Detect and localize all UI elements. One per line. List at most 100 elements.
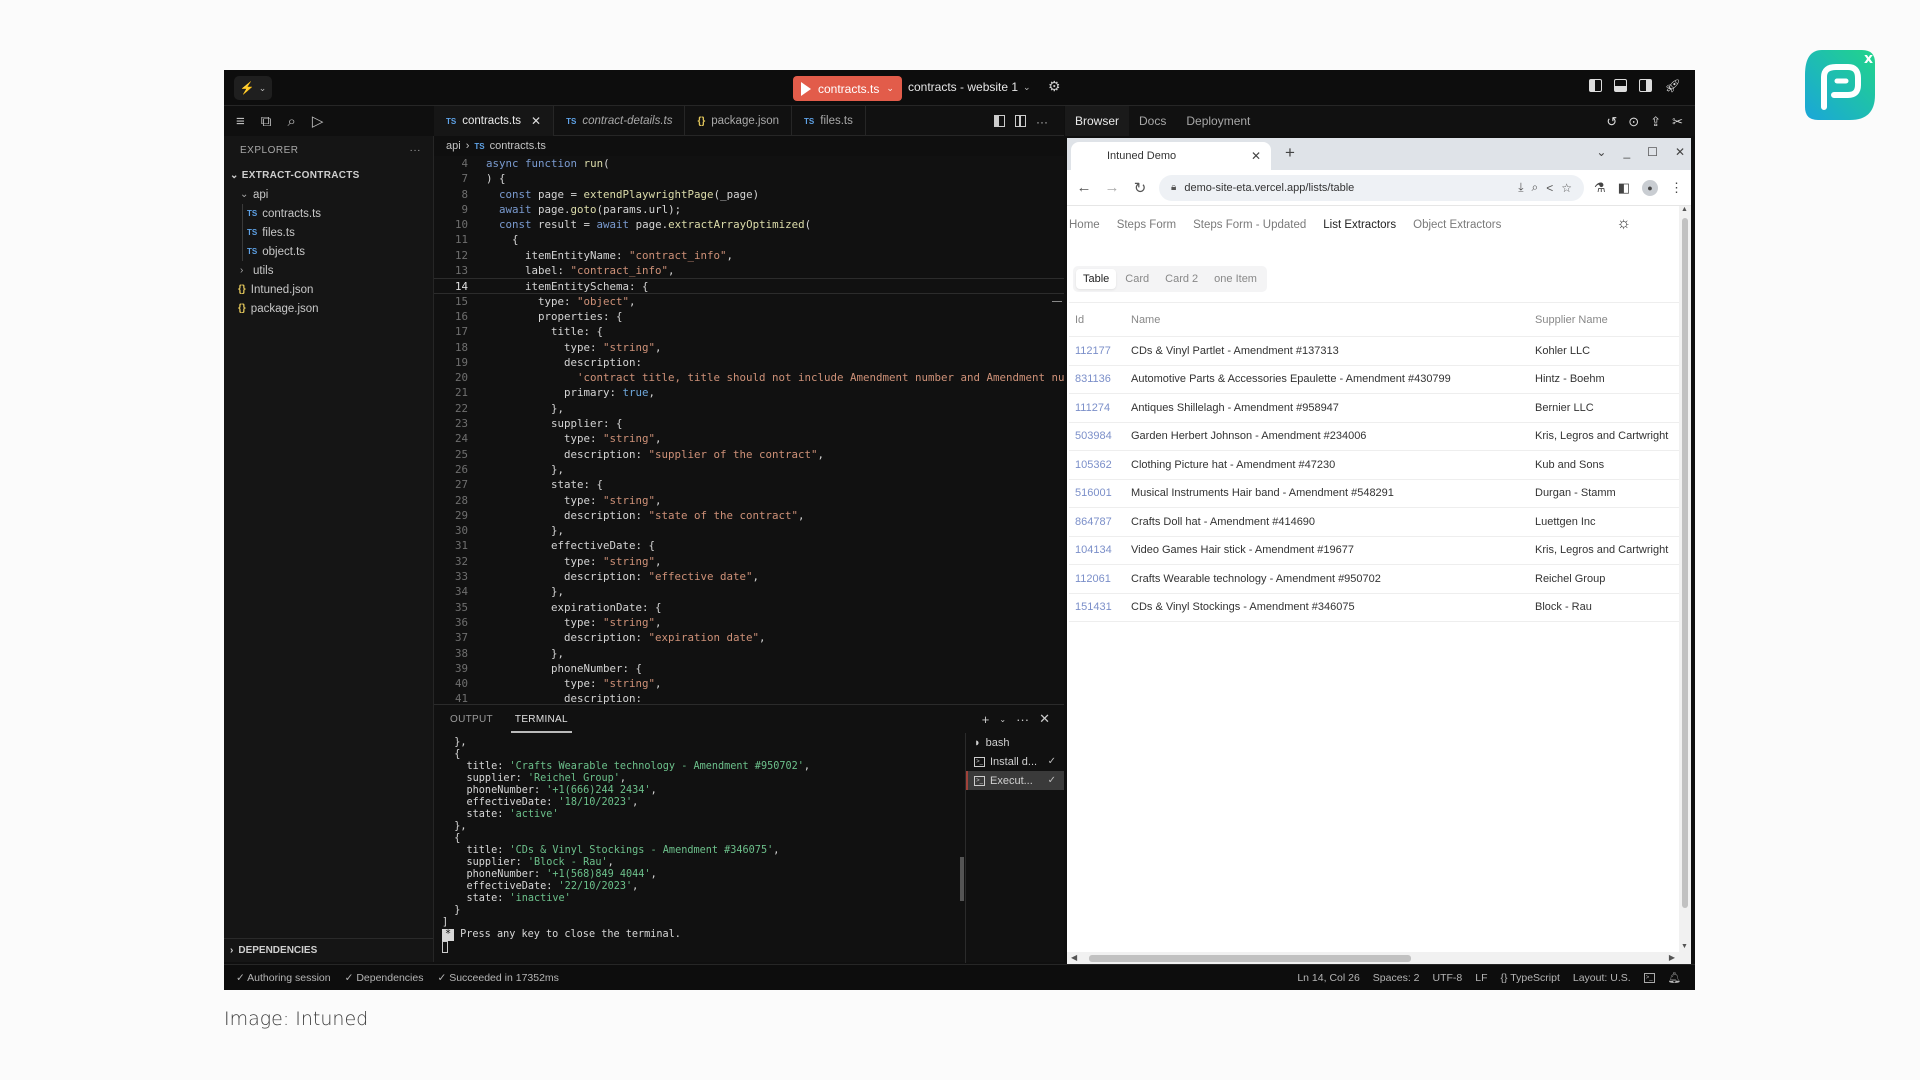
code-line[interactable]: 16 properties: { — [434, 309, 1064, 324]
status-keyboard-layout[interactable]: Layout: U.S. — [1573, 972, 1631, 984]
tab-contract-details-ts[interactable]: TS contract-details.ts — [554, 106, 686, 136]
table-row[interactable]: 151431 CDs & Vinyl Stockings - Amendment … — [1069, 594, 1679, 622]
code-line[interactable]: 8 const page = extendPlaywrightPage(_pag… — [434, 187, 1064, 202]
code-line[interactable]: 14 itemEntitySchema: { — [434, 278, 1064, 294]
code-editor[interactable]: 4 async function run(7) {8 const page = e… — [434, 156, 1064, 704]
code-line[interactable]: 11 { — [434, 232, 1064, 247]
code-line[interactable]: 33 description: "effective date", — [434, 569, 1064, 584]
project-selector[interactable]: contracts - website 1 ⌄ — [908, 80, 1031, 94]
tab-output[interactable]: OUTPUT — [450, 714, 493, 725]
status-indentation[interactable]: Spaces: 2 — [1373, 972, 1420, 984]
toggle-bottom-panel-icon[interactable] — [1614, 79, 1628, 92]
code-line[interactable]: 41 description: — [434, 691, 1064, 704]
tools-icon[interactable]: ✂ — [1672, 114, 1683, 130]
nav-object-extractors[interactable]: Object Extractors — [1413, 219, 1501, 231]
horizontal-scrollbar[interactable]: ◀ ▶ — [1067, 952, 1679, 964]
table-row[interactable]: 111274 Antiques Shillelagh - Amendment #9… — [1069, 394, 1679, 423]
terminal-scrollbar[interactable] — [960, 857, 964, 901]
file-package-json[interactable]: {} package.json — [224, 299, 433, 318]
file-object-ts[interactable]: TS object.ts — [243, 242, 433, 261]
tab-docs[interactable]: Docs — [1129, 106, 1176, 136]
status-dependencies[interactable]: ✓ Dependencies — [345, 972, 424, 984]
table-row[interactable]: 503984 Garden Herbert Johnson - Amendment… — [1069, 423, 1679, 451]
table-row[interactable]: 516001 Musical Instruments Hair band - Am… — [1069, 480, 1679, 508]
kebab-menu-icon[interactable]: ⋮ — [1670, 180, 1683, 196]
toggle-left-panel-icon[interactable] — [1589, 79, 1603, 92]
record-play-icon[interactable]: ⊙ — [1628, 114, 1639, 130]
close-tab-icon[interactable]: ✕ — [1251, 149, 1261, 163]
toggle-right-panel-icon[interactable] — [1639, 79, 1653, 92]
tab-contracts-ts[interactable]: TS contracts.ts ✕ — [434, 106, 555, 136]
row-id-link[interactable]: 831136 — [1075, 373, 1111, 385]
split-editor-icon[interactable] — [1015, 115, 1026, 127]
tab-package-json[interactable]: {} package.json — [685, 106, 793, 136]
code-line[interactable]: 13 label: "contract_info", — [434, 263, 1064, 278]
chevron-down-icon[interactable]: ⌄ — [999, 715, 1006, 724]
code-line[interactable]: 7) { — [434, 171, 1064, 186]
terminal-item-bash[interactable]: ◗ bash — [966, 733, 1064, 752]
file-contracts-ts[interactable]: TS contracts.ts — [243, 204, 433, 223]
gear-icon[interactable]: ⚙ — [1048, 78, 1061, 95]
search-icon[interactable]: ⌕ — [287, 113, 295, 130]
close-icon[interactable]: ✕ — [531, 114, 541, 128]
code-line[interactable]: 40 type: "string", — [434, 676, 1064, 691]
code-line[interactable]: 38 }, — [434, 646, 1064, 661]
row-id-link[interactable]: 111274 — [1075, 402, 1110, 414]
rocket-icon[interactable]: 🚀︎ — [1664, 79, 1681, 92]
code-line[interactable]: 10 const result = await page.extractArra… — [434, 217, 1064, 232]
code-line[interactable]: 31 effectiveDate: { — [434, 538, 1064, 553]
code-line[interactable]: 37 description: "expiration date", — [434, 630, 1064, 645]
install-app-icon[interactable]: ⤓ — [1518, 180, 1523, 195]
table-row[interactable]: 112177 CDs & Vinyl Partlet - Amendment #1… — [1069, 337, 1679, 366]
code-line[interactable]: 36 type: "string", — [434, 615, 1064, 630]
close-panel-icon[interactable]: ✕ — [1039, 711, 1050, 727]
code-line[interactable]: 22 }, — [434, 401, 1064, 416]
code-line[interactable]: 15 type: "object", — [434, 294, 1064, 309]
code-line[interactable]: 18 type: "string", — [434, 340, 1064, 355]
row-id-link[interactable]: 151431 — [1075, 601, 1112, 613]
status-run-result[interactable]: ✓ Succeeded in 17352ms — [437, 972, 558, 984]
code-line[interactable]: 34 }, — [434, 584, 1064, 599]
row-id-link[interactable]: 516001 — [1075, 487, 1112, 499]
code-line[interactable]: 9 await page.goto(params.url); — [434, 202, 1064, 217]
code-line[interactable]: 29 description: "state of the contract", — [434, 508, 1064, 523]
status-eol[interactable]: LF — [1475, 972, 1487, 984]
terminal-item-install[interactable]: >_ Install d... ✓ — [966, 752, 1064, 771]
code-line[interactable]: 23 supplier: { — [434, 416, 1064, 431]
new-terminal-icon[interactable]: + — [982, 712, 990, 727]
bookmark-star-icon[interactable]: ☆ — [1561, 181, 1572, 195]
segment-card[interactable]: Card — [1118, 269, 1156, 289]
nav-steps-form[interactable]: Steps Form — [1117, 219, 1176, 231]
upload-icon[interactable]: ⇪ — [1650, 114, 1661, 130]
profile-avatar[interactable]: ● — [1642, 179, 1658, 196]
back-icon[interactable]: ← — [1075, 179, 1093, 196]
scroll-down-icon[interactable]: ▼ — [1681, 943, 1688, 950]
forward-icon[interactable]: → — [1103, 179, 1121, 196]
status-cursor-position[interactable]: Ln 14, Col 26 — [1297, 972, 1359, 984]
table-row[interactable]: 105362 Clothing Picture hat - Amendment #… — [1069, 451, 1679, 480]
code-line[interactable]: 26 }, — [434, 462, 1064, 477]
toggle-preview-icon[interactable] — [994, 115, 1005, 127]
segment-table[interactable]: Table — [1076, 269, 1117, 289]
segment-card-2[interactable]: Card 2 — [1158, 269, 1205, 289]
row-id-link[interactable]: 864787 — [1075, 516, 1112, 528]
run-button[interactable]: contracts.ts ⌄ — [793, 76, 902, 101]
row-id-link[interactable]: 503984 — [1075, 430, 1112, 442]
nav-home[interactable]: Home — [1069, 219, 1100, 231]
dependencies-section[interactable]: › DEPENDENCIES — [224, 938, 433, 962]
folder-utils[interactable]: › utils — [224, 261, 433, 280]
reload-icon[interactable]: ↻ — [1131, 179, 1149, 197]
scrollbar-thumb[interactable] — [1682, 218, 1688, 908]
row-id-link[interactable]: 112061 — [1075, 573, 1111, 585]
more-actions-icon[interactable]: ··· — [1036, 115, 1048, 129]
terminal-output[interactable]: }, { title: 'Crafts Wearable technology … — [434, 737, 964, 963]
vertical-scrollbar[interactable]: ▲ ▼ — [1679, 206, 1691, 964]
theme-toggle-sun-icon[interactable]: ☼ — [1616, 215, 1631, 233]
new-tab-icon[interactable]: + — [1285, 143, 1295, 163]
zoom-icon[interactable]: ⌕ — [1532, 180, 1539, 195]
segment-one-item[interactable]: one Item — [1207, 269, 1264, 289]
scroll-right-icon[interactable]: ▶ — [1669, 953, 1675, 962]
table-row[interactable]: 104134 Video Games Hair stick - Amendment… — [1069, 537, 1679, 565]
side-panel-icon[interactable]: ◧ — [1618, 180, 1630, 196]
code-line[interactable]: 12 itemEntityName: "contract_info", — [434, 248, 1064, 263]
